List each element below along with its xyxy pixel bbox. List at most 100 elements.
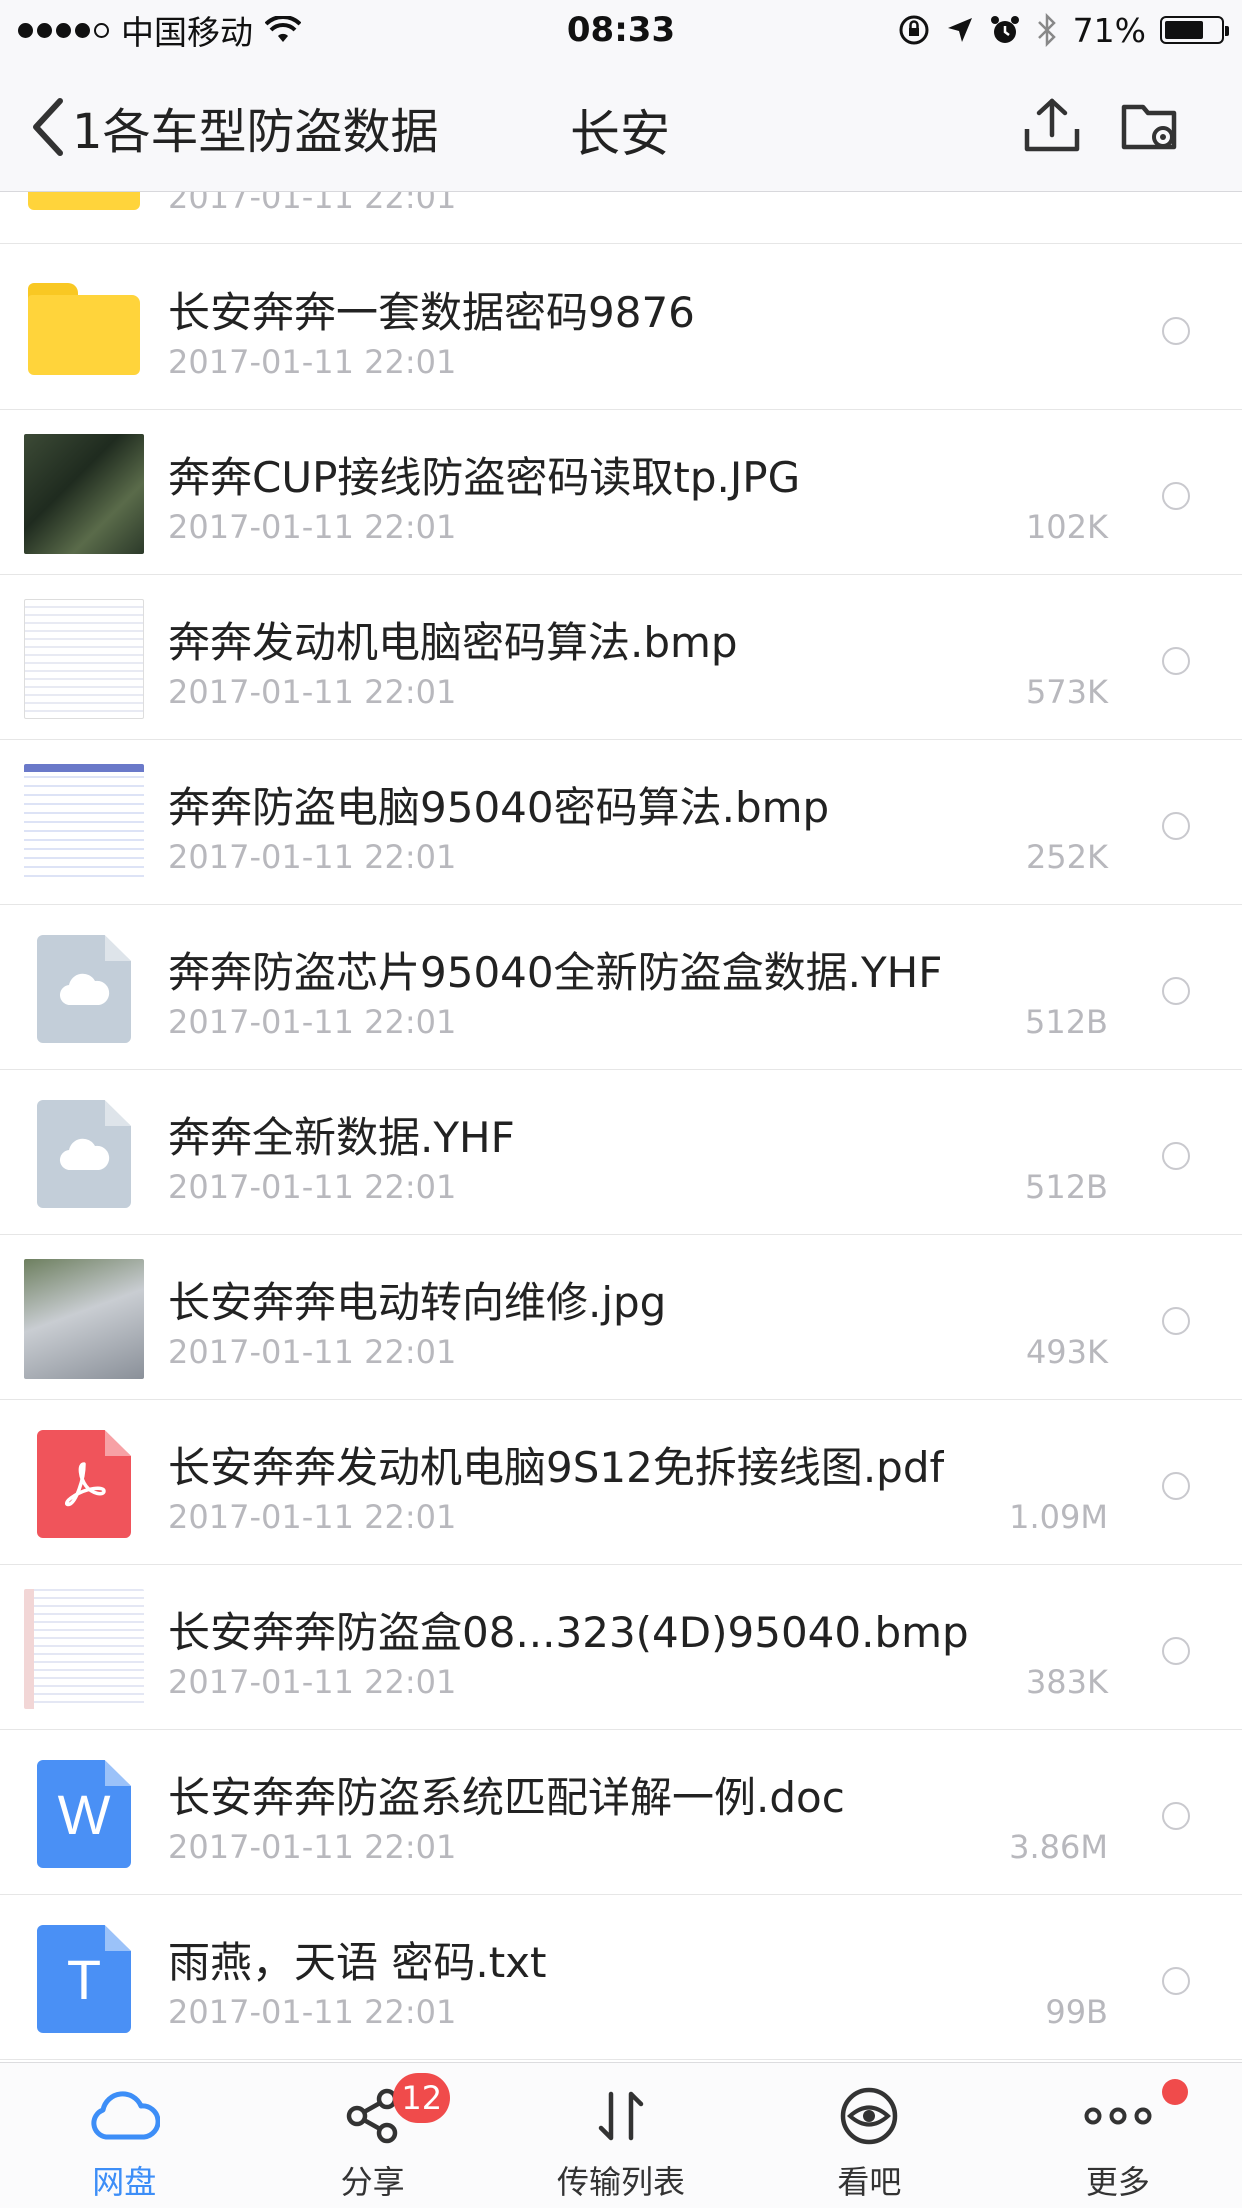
item-size: 512B: [1024, 1168, 1108, 1206]
item-size: 1.09M: [1009, 1498, 1108, 1536]
item-date: 2017-01-11 22:01: [168, 1498, 457, 1536]
list-item[interactable]: 长安奔奔一套数据密码9876 2017-01-11 22:01: [0, 245, 1242, 410]
item-name: 长安奔奔发动机电脑9S12免拆接线图.pdf: [168, 1443, 945, 1492]
select-radio[interactable]: [1162, 812, 1190, 840]
alarm-icon: [990, 16, 1019, 43]
select-radio[interactable]: [1162, 977, 1190, 1005]
transfer-icon: [598, 2091, 644, 2141]
battery-percent: 71%: [1072, 10, 1146, 50]
item-size: 573K: [1025, 673, 1108, 711]
text-letter: T: [66, 1947, 102, 2011]
image-thumbnail: [24, 599, 144, 719]
word-letter: W: [57, 1782, 111, 1846]
tab-more[interactable]: 更多: [994, 2063, 1242, 2208]
item-name: 长安奔奔电动转向维修.jpg: [168, 1278, 667, 1327]
folder-icon: [28, 192, 140, 210]
tab-kanba[interactable]: 看吧: [745, 2063, 993, 2208]
text-file-icon: T: [24, 1919, 144, 2039]
more-icon: [1084, 2107, 1152, 2125]
bluetooth-icon: [1037, 13, 1056, 47]
folder-icon: [24, 269, 144, 389]
item-name: 长安奔奔防盗盒08...323(4D)95040.bmp: [168, 1608, 969, 1657]
select-radio[interactable]: [1162, 647, 1190, 675]
item-name: 雨燕，天语 密码.txt: [168, 1938, 547, 1987]
image-thumbnail: [24, 434, 144, 554]
cloud-icon: [91, 2091, 161, 2140]
upload-icon: [1024, 98, 1080, 152]
upload-button[interactable]: [1016, 90, 1088, 162]
list-item[interactable]: 奔奔防盗芯片95040全新防盗盒数据.YHF 2017-01-11 22:01 …: [0, 905, 1242, 1070]
item-name: 奔奔全新数据.YHF: [168, 1113, 515, 1162]
item-size: 493K: [1025, 1333, 1108, 1371]
status-bar: 中国移动 08:33 71%: [0, 0, 1242, 60]
select-radio[interactable]: [1162, 317, 1190, 345]
item-date: 2017-01-11 22:01: [168, 343, 457, 381]
item-size: 512B: [1024, 1003, 1108, 1041]
list-item-partial[interactable]: 2017-01-11 22:01: [0, 192, 1242, 244]
file-list[interactable]: 2017-01-11 22:01 长安奔奔一套数据密码9876 2017-01-…: [0, 192, 1242, 2062]
item-date: 2017-01-11 22:01: [168, 1663, 457, 1701]
item-date: 2017-01-11 22:01: [168, 192, 457, 216]
item-size: 99B: [1045, 1993, 1108, 2031]
tab-bar: 网盘 分享 12 传输列表 看吧 更多: [0, 2062, 1242, 2208]
item-size: 252K: [1025, 838, 1108, 876]
tab-netdisk[interactable]: 网盘: [0, 2063, 248, 2208]
list-item[interactable]: W 长安奔奔防盗系统匹配详解一例.doc 2017-01-11 22:01 3.…: [0, 1730, 1242, 1895]
list-item[interactable]: T 雨燕，天语 密码.txt 2017-01-11 22:01 99B: [0, 1895, 1242, 2060]
page-title: 长安: [570, 105, 670, 163]
list-item[interactable]: 长安奔奔发动机电脑9S12免拆接线图.pdf 2017-01-11 22:01 …: [0, 1400, 1242, 1565]
cloud-file-icon: [24, 929, 144, 1049]
item-size: 3.86M: [1009, 1828, 1108, 1866]
item-date: 2017-01-11 22:01: [168, 1333, 457, 1371]
select-radio[interactable]: [1162, 1307, 1190, 1335]
item-size: 102K: [1025, 508, 1108, 546]
list-item[interactable]: 长安奔奔电动转向维修.jpg 2017-01-11 22:01 493K: [0, 1235, 1242, 1400]
select-radio[interactable]: [1162, 1967, 1190, 1995]
eye-icon: [841, 2087, 898, 2145]
item-date: 2017-01-11 22:01: [168, 673, 457, 711]
item-name: 奔奔发动机电脑密码算法.bmp: [168, 618, 738, 667]
list-item[interactable]: 奔奔防盗电脑95040密码算法.bmp 2017-01-11 22:01 252…: [0, 740, 1242, 905]
item-size: 383K: [1025, 1663, 1108, 1701]
cloud-file-icon: [24, 1094, 144, 1214]
notification-badge: 12: [393, 2073, 451, 2123]
tab-label: 更多: [1085, 2163, 1150, 2201]
item-date: 2017-01-11 22:01: [168, 1993, 457, 2031]
rotation-lock-icon: [899, 15, 929, 45]
status-right: 71%: [897, 0, 1229, 60]
list-item[interactable]: 奔奔CUP接线防盗密码读取tp.JPG 2017-01-11 22:01 102…: [0, 410, 1242, 575]
item-name: 奔奔防盗电脑95040密码算法.bmp: [168, 783, 830, 832]
image-thumbnail: [24, 764, 144, 884]
select-radio[interactable]: [1162, 1637, 1190, 1665]
tab-label: 传输列表: [557, 2163, 686, 2201]
list-item[interactable]: 奔奔发动机电脑密码算法.bmp 2017-01-11 22:01 573K: [0, 575, 1242, 740]
tab-share[interactable]: 分享 12: [248, 2063, 496, 2208]
back-label: 1各车型防盗数据: [72, 104, 439, 160]
item-name: 奔奔防盗芯片95040全新防盗盒数据.YHF: [168, 948, 943, 997]
tab-label: 分享: [340, 2163, 405, 2201]
select-radio[interactable]: [1162, 1142, 1190, 1170]
item-name: 长安奔奔一套数据密码9876: [168, 288, 695, 337]
item-name: 奔奔CUP接线防盗密码读取tp.JPG: [168, 453, 801, 502]
location-arrow-icon: [947, 18, 972, 42]
battery-icon: [1160, 16, 1229, 44]
list-item[interactable]: 长安奔奔防盗盒08...323(4D)95040.bmp 2017-01-11 …: [0, 1565, 1242, 1730]
pdf-icon: [24, 1424, 144, 1544]
item-date: 2017-01-11 22:01: [168, 1003, 457, 1041]
item-date: 2017-01-11 22:01: [168, 838, 457, 876]
item-date: 2017-01-11 22:01: [168, 1828, 457, 1866]
list-item[interactable]: 奔奔全新数据.YHF 2017-01-11 22:01 512B: [0, 1070, 1242, 1235]
chevron-left-icon: [33, 98, 63, 156]
word-icon: W: [24, 1754, 144, 1874]
folder-settings-button[interactable]: [1114, 90, 1186, 162]
select-radio[interactable]: [1162, 482, 1190, 510]
tab-label: 看吧: [837, 2163, 902, 2201]
image-thumbnail: [24, 1259, 144, 1379]
select-radio[interactable]: [1162, 1472, 1190, 1500]
item-date: 2017-01-11 22:01: [168, 1168, 457, 1206]
select-radio[interactable]: [1162, 1802, 1190, 1830]
tab-transfer-list[interactable]: 传输列表: [497, 2063, 745, 2208]
folder-settings-icon: [1121, 104, 1177, 150]
image-thumbnail: [24, 1589, 144, 1709]
back-button[interactable]: 1各车型防盗数据: [30, 92, 439, 162]
